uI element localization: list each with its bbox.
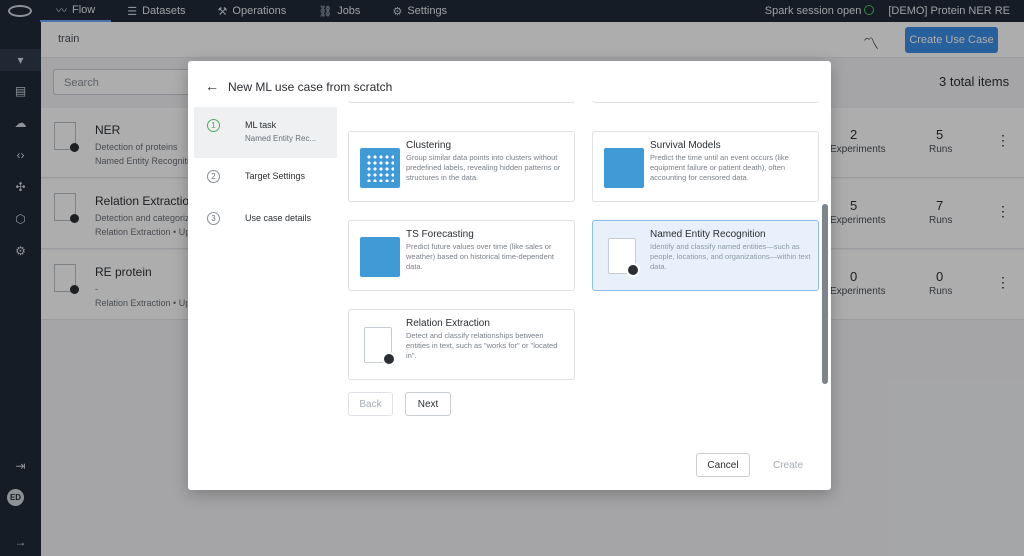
task-card-list: Clustering Group similar data points int… <box>348 101 824 391</box>
card-description: Identify and classify named entities—suc… <box>650 242 811 271</box>
task-card-survival-models[interactable]: Survival Models Predict the time until a… <box>592 131 819 202</box>
task-card-relation-extraction[interactable]: Relation Extraction Detect and classify … <box>348 309 575 380</box>
next-button[interactable]: Next <box>405 392 451 416</box>
step-use-case-details[interactable]: 3 Use case details <box>194 200 337 242</box>
card-description: Predict the time until an event occurs (… <box>650 153 789 182</box>
step-label: ML task <box>245 120 277 130</box>
create-button[interactable]: Create <box>762 453 814 477</box>
card-title: Named Entity Recognition <box>650 229 766 240</box>
back-button[interactable]: Back <box>348 392 393 416</box>
step-label: Use case details <box>245 213 312 223</box>
step-ml-task[interactable]: 1 ML task Named Entity Rec... <box>194 107 337 158</box>
survival-icon <box>604 148 644 188</box>
step-label: Target Settings <box>245 171 306 181</box>
cancel-button[interactable]: Cancel <box>696 453 750 477</box>
step-summary: Named Entity Rec... <box>245 134 317 143</box>
task-card-clustering[interactable]: Clustering Group similar data points int… <box>348 131 575 202</box>
task-card-ts-forecasting[interactable]: TS Forecasting Predict future values ove… <box>348 220 575 291</box>
card-title: TS Forecasting <box>406 229 474 240</box>
card-description: Group similar data points into clusters … <box>406 153 561 182</box>
scrollbar[interactable] <box>822 204 828 384</box>
task-card-ner[interactable]: Named Entity Recognition Identify and cl… <box>592 220 819 291</box>
stepper: 1 ML task Named Entity Rec... 2 Target S… <box>194 107 337 242</box>
modal-title: New ML use case from scratch <box>228 80 393 94</box>
document-icon <box>608 238 640 277</box>
card-description: Detect and classify relationships betwee… <box>406 331 558 360</box>
step-number: 1 <box>207 119 220 132</box>
step-number: 2 <box>207 170 220 183</box>
clustering-icon <box>360 148 400 188</box>
card-description: Predict future values over time (like sa… <box>406 242 555 271</box>
forecast-icon <box>360 237 400 277</box>
card-title: Relation Extraction <box>406 318 490 329</box>
task-card-partial[interactable] <box>592 101 819 103</box>
step-target-settings[interactable]: 2 Target Settings <box>194 158 337 200</box>
document-icon <box>364 327 396 366</box>
card-title: Survival Models <box>650 140 721 151</box>
card-title: Clustering <box>406 140 452 151</box>
step-number: 3 <box>207 212 220 225</box>
new-use-case-modal: ← New ML use case from scratch 1 ML task… <box>188 61 831 490</box>
task-card-partial[interactable] <box>348 101 575 103</box>
dot-grid <box>366 154 394 182</box>
back-arrow-icon[interactable]: ← <box>205 78 219 94</box>
